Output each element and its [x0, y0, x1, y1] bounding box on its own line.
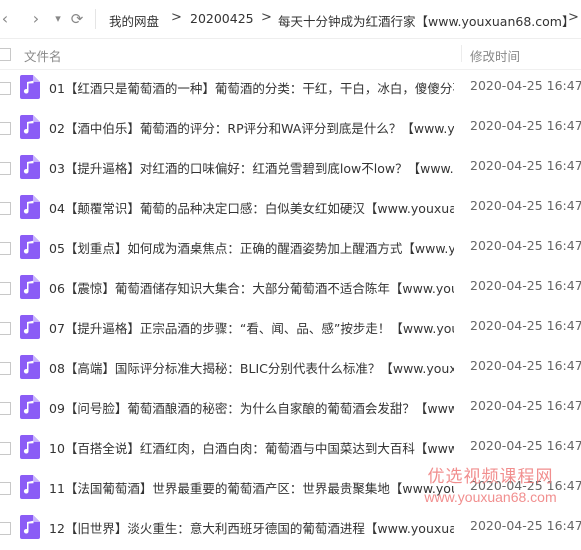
select-all-checkbox[interactable] [0, 48, 11, 61]
file-modified-time: 2020-04-25 16:47 [470, 118, 581, 133]
column-header-modified[interactable]: 修改时间 [470, 46, 520, 65]
chevron-down-icon[interactable]: ▾ [49, 9, 67, 29]
file-row[interactable]: 09【问号脸】葡萄酒酿酒的秘密：为什么自家酿的葡萄酒会发甜？【www.youxu… [0, 390, 581, 430]
back-icon[interactable]: ‹ [0, 9, 14, 29]
row-checkbox[interactable] [0, 162, 11, 175]
column-header-name[interactable]: 文件名 [24, 46, 62, 65]
audio-file-icon [20, 435, 40, 459]
file-row[interactable]: 03【提升逼格】对红酒的口味偏好：红酒兑雪碧到底low不low？【www.you… [0, 150, 581, 190]
file-modified-time: 2020-04-25 16:47 [470, 238, 581, 253]
audio-file-icon [20, 195, 40, 219]
file-modified-time: 2020-04-25 16:47 [470, 518, 581, 533]
file-row[interactable]: 04【颠覆常识】葡萄的品种决定口感：白似美女红如硬汉【www.youxuan68… [0, 190, 581, 230]
file-name[interactable]: 08【高端】国际评分标准大揭秘：BLIC分别代表什么标准？【www.youxua… [49, 358, 454, 377]
file-modified-time: 2020-04-25 16:47 [470, 358, 581, 373]
file-row[interactable]: 05【划重点】如何成为酒桌焦点：正确的醒酒姿势加上醒酒方式【www.youxua… [0, 230, 581, 270]
audio-file-icon [20, 275, 40, 299]
breadcrumb-current[interactable]: 每天十分钟成为红酒行家【www.youxuan68.com】 [278, 11, 574, 30]
file-row[interactable]: 02【酒中伯乐】葡萄酒的评分：RP评分和WA评分到底是什么？【www.youxu… [0, 110, 581, 150]
file-modified-time: 2020-04-25 16:47 [470, 398, 581, 413]
audio-file-icon [20, 515, 40, 539]
file-modified-time: 2020-04-25 16:47 [470, 478, 581, 493]
file-modified-time: 2020-04-25 16:47 [470, 198, 581, 213]
audio-file-icon [20, 235, 40, 259]
breadcrumb-root[interactable]: 我的网盘 [109, 11, 159, 30]
row-checkbox[interactable] [0, 522, 11, 535]
audio-file-icon [20, 395, 40, 419]
file-row[interactable]: 12【旧世界】淡火重生：意大利西班牙德国的葡萄酒进程【www.youxuan68… [0, 510, 581, 550]
row-checkbox[interactable] [0, 482, 11, 495]
file-row[interactable]: 10【百搭全说】红酒红肉，白酒白肉：葡萄酒与中国菜达到大百科【www.youxu… [0, 430, 581, 470]
file-name[interactable]: 10【百搭全说】红酒红肉，白酒白肉：葡萄酒与中国菜达到大百科【www.youxu… [49, 438, 454, 457]
audio-file-icon [20, 315, 40, 339]
row-checkbox[interactable] [0, 82, 11, 95]
file-row[interactable]: 01【红酒只是葡萄酒的一种】葡萄酒的分类：干红，干白，冰白，傻傻分不清楚 202… [0, 70, 581, 110]
file-name[interactable]: 02【酒中伯乐】葡萄酒的评分：RP评分和WA评分到底是什么？【www.youxu… [49, 118, 454, 137]
file-name[interactable]: 12【旧世界】淡火重生：意大利西班牙德国的葡萄酒进程【www.youxuan68… [49, 518, 454, 537]
row-checkbox[interactable] [0, 362, 11, 375]
toolbar-divider [95, 9, 96, 29]
file-modified-time: 2020-04-25 16:47 [470, 278, 581, 293]
audio-file-icon [20, 475, 40, 499]
row-checkbox[interactable] [0, 442, 11, 455]
column-divider [461, 45, 462, 62]
file-name[interactable]: 07【提升逼格】正宗品酒的步骤：“看、闻、品、感”按步走！【www.youxua… [49, 318, 454, 337]
breadcrumb-separator: > [568, 10, 579, 25]
file-name[interactable]: 03【提升逼格】对红酒的口味偏好：红酒兑雪碧到底low不low？【www.you… [49, 158, 454, 177]
row-checkbox[interactable] [0, 242, 11, 255]
file-modified-time: 2020-04-25 16:47 [470, 318, 581, 333]
audio-file-icon [20, 355, 40, 379]
file-name[interactable]: 11【法国葡萄酒】世界最重要的葡萄酒产区：世界最贵聚集地【www.youxuan… [49, 478, 454, 497]
audio-file-icon [20, 155, 40, 179]
row-checkbox[interactable] [0, 282, 11, 295]
row-checkbox[interactable] [0, 202, 11, 215]
row-checkbox[interactable] [0, 122, 11, 135]
row-checkbox[interactable] [0, 402, 11, 415]
forward-icon[interactable]: › [27, 9, 45, 29]
file-name[interactable]: 01【红酒只是葡萄酒的一种】葡萄酒的分类：干红，干白，冰白，傻傻分不清楚 [49, 78, 454, 97]
file-name[interactable]: 05【划重点】如何成为酒桌焦点：正确的醒酒姿势加上醒酒方式【www.youxua… [49, 238, 454, 257]
file-list-header: 文件名 修改时间 [0, 38, 581, 70]
refresh-icon[interactable]: ⟳ [68, 9, 86, 29]
audio-file-icon [20, 115, 40, 139]
toolbar: ‹ › ▾ ⟳ 我的网盘 > 20200425 > 每天十分钟成为红酒行家【ww… [0, 0, 581, 39]
file-row[interactable]: 06【震惊】葡萄酒储存知识大集合：大部分葡萄酒不适合陈年【www.youxuan… [0, 270, 581, 310]
breadcrumb-folder[interactable]: 20200425 [190, 11, 254, 26]
breadcrumb-separator: > [261, 10, 272, 25]
row-checkbox[interactable] [0, 322, 11, 335]
file-modified-time: 2020-04-25 16:47 [470, 438, 581, 453]
breadcrumb-separator: > [171, 10, 182, 25]
file-row[interactable]: 07【提升逼格】正宗品酒的步骤：“看、闻、品、感”按步走！【www.youxua… [0, 310, 581, 350]
file-row[interactable]: 11【法国葡萄酒】世界最重要的葡萄酒产区：世界最贵聚集地【www.youxuan… [0, 470, 581, 510]
file-name[interactable]: 04【颠覆常识】葡萄的品种决定口感：白似美女红如硬汉【www.youxuan68… [49, 198, 454, 217]
file-row[interactable]: 08【高端】国际评分标准大揭秘：BLIC分别代表什么标准？【www.youxua… [0, 350, 581, 390]
file-modified-time: 2020-04-25 16:47 [470, 158, 581, 173]
audio-file-icon [20, 75, 40, 99]
file-modified-time: 2020-04-25 16:47 [470, 78, 581, 93]
file-name[interactable]: 09【问号脸】葡萄酒酿酒的秘密：为什么自家酿的葡萄酒会发甜？【www.youxu… [49, 398, 454, 417]
file-name[interactable]: 06【震惊】葡萄酒储存知识大集合：大部分葡萄酒不适合陈年【www.youxuan… [49, 278, 454, 297]
